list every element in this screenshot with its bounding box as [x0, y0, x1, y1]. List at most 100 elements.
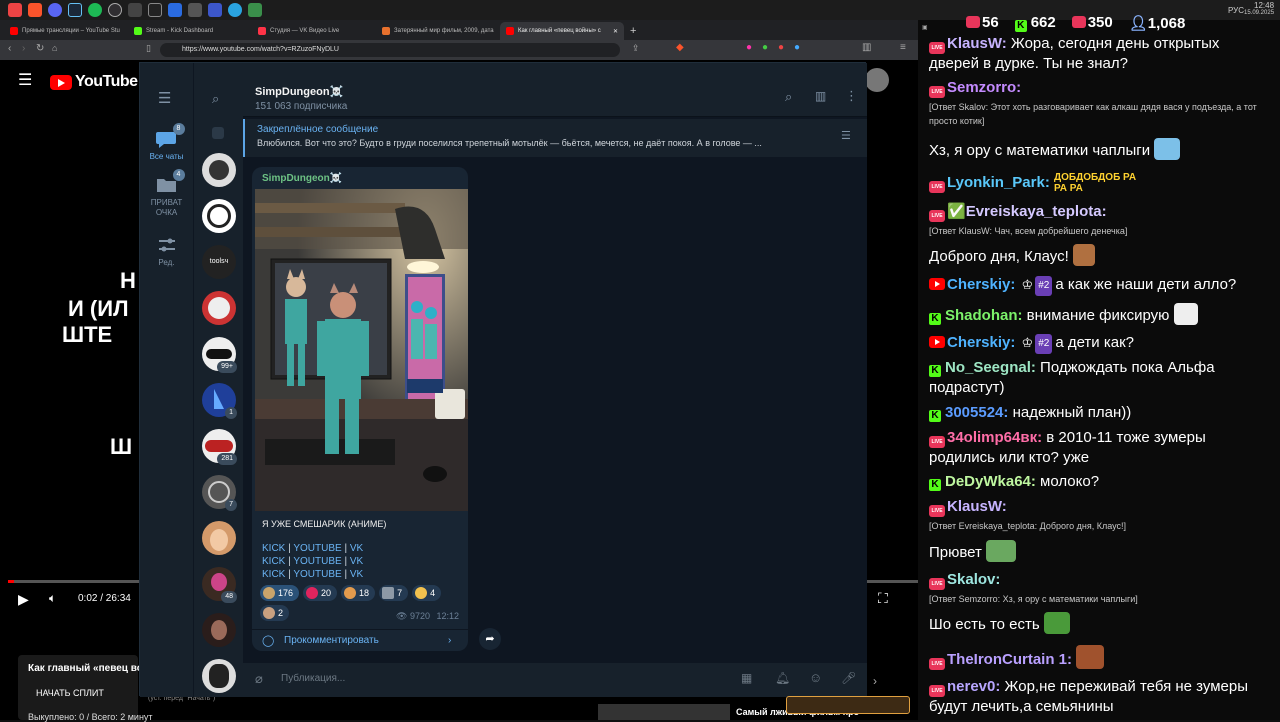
volume-icon[interactable]: 🔈︎: [49, 591, 56, 606]
x-icon[interactable]: [148, 3, 162, 17]
extension-icon[interactable]: ●: [794, 42, 800, 53]
chat-avatar[interactable]: [202, 291, 236, 325]
vk-link[interactable]: VK: [350, 556, 363, 567]
extension-icon[interactable]: ●: [762, 42, 768, 53]
unread-badge: 4: [172, 169, 185, 181]
youtube-logo[interactable]: YouTube LV: [50, 73, 147, 91]
bell-icon[interactable]: 🔔︎: [775, 671, 790, 685]
play-icon[interactable]: ▶: [18, 591, 29, 608]
app3-icon[interactable]: [188, 3, 202, 17]
youtube-logo-text: YouTube: [75, 73, 138, 90]
hamburger-icon[interactable]: ☰: [158, 89, 171, 107]
reaction-chip[interactable]: 18: [341, 585, 376, 601]
app-icon[interactable]: [128, 3, 142, 17]
back-icon[interactable]: ‹: [8, 43, 11, 54]
sidebar-icon[interactable]: ▥: [862, 42, 871, 53]
folder-edit[interactable]: Ред.: [140, 235, 193, 267]
kick-link[interactable]: KICK: [262, 556, 285, 567]
forward-icon[interactable]: ›: [22, 43, 25, 54]
obs-icon[interactable]: [108, 3, 122, 17]
telegram-taskbar-icon[interactable]: [228, 3, 242, 17]
search-icon[interactable]: ⌕: [212, 91, 219, 107]
home-icon[interactable]: ⌂: [52, 43, 57, 53]
stat-value: 350: [1087, 14, 1113, 31]
app4-icon[interactable]: [208, 3, 222, 17]
spotify-icon[interactable]: [88, 3, 102, 17]
chevron-right-icon[interactable]: ›: [873, 674, 877, 688]
folder-all-chats[interactable]: 8 Все чаты: [140, 123, 193, 161]
emoji-icon[interactable]: ☺: [809, 670, 822, 685]
close-tab-icon[interactable]: ✕: [613, 28, 618, 35]
app2-icon[interactable]: [168, 3, 182, 17]
bookmark-icon[interactable]: ▯: [146, 43, 151, 54]
pin-list-icon[interactable]: ☰: [841, 129, 851, 142]
extension-icon[interactable]: ●: [746, 42, 752, 53]
kick-link[interactable]: KICK: [262, 569, 285, 580]
channel-header[interactable]: SimpDungeon☠️ 151 063 подписчика ⌕ ▥ ⋮: [243, 63, 867, 117]
attach-icon[interactable]: ⌀: [255, 671, 263, 687]
chat-avatar[interactable]: [202, 659, 236, 693]
windows-icon[interactable]: [8, 3, 22, 17]
browser-tab[interactable]: Затерянный мир фильм, 2009, дата: [376, 22, 500, 40]
reaction-chip[interactable]: 2: [260, 605, 290, 621]
chat-avatar[interactable]: [202, 521, 236, 555]
more-icon[interactable]: ⋮: [845, 88, 858, 104]
browser-tab[interactable]: Прямые трансляции – YouTube Stu: [4, 22, 128, 40]
link-separator: |: [344, 556, 348, 567]
reaction-chip[interactable]: 20: [303, 585, 338, 601]
chat-avatar[interactable]: toolsч: [202, 245, 236, 279]
recommended-thumbnail[interactable]: [598, 704, 730, 720]
browser-tab[interactable]: Студия — VK Видео Live: [252, 22, 376, 40]
video-frame-text: ШТЕ: [62, 322, 113, 347]
reaction-chip[interactable]: 176: [260, 585, 300, 601]
schedule-icon[interactable]: ▦: [741, 671, 752, 685]
chat-avatar[interactable]: [202, 199, 236, 233]
hamburger-icon[interactable]: ☰: [18, 70, 32, 90]
url-field[interactable]: https://www.youtube.com/watch?v=RZuzoFNy…: [160, 43, 620, 57]
kick-link[interactable]: KICK: [262, 543, 285, 554]
video-frame-text: Ш: [110, 434, 133, 459]
archive-icon[interactable]: [212, 127, 224, 139]
youtube-link[interactable]: YOUTUBE: [293, 556, 341, 567]
vk-link[interactable]: VK: [350, 543, 363, 554]
post-author[interactable]: SimpDungeon☠️: [262, 173, 342, 184]
heart-icon: [306, 587, 319, 599]
extension-icon[interactable]: ●: [778, 42, 784, 53]
reaction-chip[interactable]: 4: [412, 585, 442, 601]
chat-avatar[interactable]: [202, 613, 236, 647]
composer-input[interactable]: Публикация...: [281, 673, 345, 684]
reaction-chip[interactable]: 7: [379, 585, 409, 601]
start-split-button[interactable]: НАЧАТЬ СПЛИТ: [36, 688, 104, 698]
brave-icon[interactable]: [28, 3, 42, 17]
share-button[interactable]: ➦: [479, 628, 501, 650]
menu-icon[interactable]: ≡: [900, 42, 906, 53]
steam-icon[interactable]: [68, 3, 82, 17]
reload-icon[interactable]: ↻: [36, 43, 44, 54]
folder-private[interactable]: 4 ПРИВАТ ОЧКА: [140, 169, 193, 218]
fullscreen-icon[interactable]: ⛶: [878, 590, 888, 607]
pinned-message-bar[interactable]: Закреплённое сообщение Влюбился. Вот что…: [243, 119, 867, 157]
view-count: 9720: [409, 611, 430, 621]
new-tab-button[interactable]: +: [630, 25, 636, 37]
brave-shield-icon[interactable]: ◆: [676, 42, 684, 53]
share-icon[interactable]: ⇪: [632, 43, 640, 54]
browser-tab[interactable]: Stream - Kick Dashboard: [128, 22, 252, 40]
youtube-link[interactable]: YOUTUBE: [293, 569, 341, 580]
language-indicator[interactable]: РУС: [1228, 6, 1244, 15]
comment-button[interactable]: ◯ Прокомментировать ›: [252, 629, 468, 651]
discord-icon[interactable]: [48, 3, 62, 17]
video-frame-text: Н: [120, 268, 136, 293]
post-image[interactable]: [255, 189, 468, 511]
youtube-link[interactable]: YOUTUBE: [293, 543, 341, 554]
channel-name[interactable]: SimpDungeon☠️: [255, 85, 343, 98]
browser-tab-active[interactable]: Как главный «певец войны» с ✕: [500, 22, 624, 40]
chat-nick: Lyonkin_Park:: [947, 174, 1050, 191]
search-icon[interactable]: ⌕: [785, 89, 792, 105]
chat-avatar[interactable]: [202, 153, 236, 187]
vk-live-icon: LIVE: [929, 181, 945, 193]
app5-icon[interactable]: [248, 3, 262, 17]
vk-link[interactable]: VK: [350, 569, 363, 580]
sidebar-toggle-icon[interactable]: ▥: [815, 89, 826, 103]
user-avatar[interactable]: [865, 68, 889, 92]
microphone-icon[interactable]: 🎤︎: [841, 671, 856, 685]
